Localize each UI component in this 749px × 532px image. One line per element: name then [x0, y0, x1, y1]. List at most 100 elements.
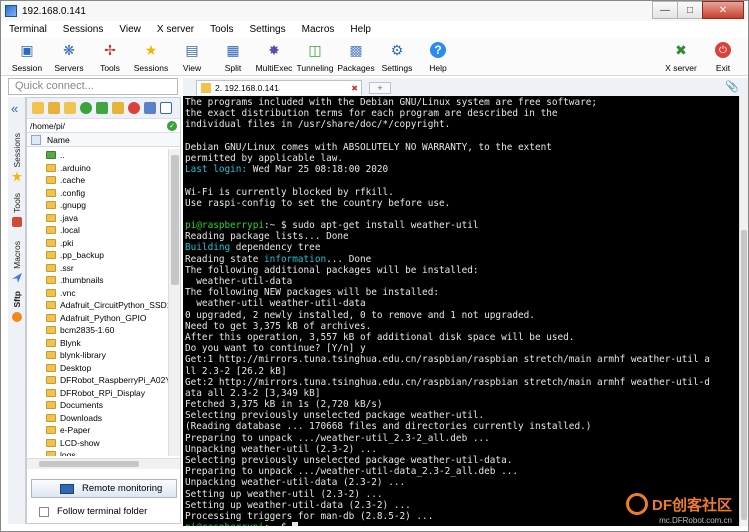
file-row[interactable]: Documents	[27, 399, 169, 412]
file-row[interactable]: .gnupg	[27, 199, 169, 212]
folder-icon	[46, 451, 56, 456]
menu-macros[interactable]: Macros	[294, 24, 343, 35]
file-row[interactable]: LCD-show	[27, 437, 169, 450]
terminal-line: Reading state information... Done	[185, 254, 737, 265]
terminal-scrollbar-thumb[interactable]	[741, 230, 747, 520]
rename-icon[interactable]	[144, 102, 156, 114]
follow-terminal-folder-toggle[interactable]: Follow terminal folder	[39, 506, 147, 517]
file-row[interactable]: .pki	[27, 237, 169, 250]
file-row[interactable]: DFRobot_RaspberryPi_A02YY...	[27, 374, 169, 387]
side-tab-sftp[interactable]: Sftp	[10, 291, 24, 322]
scrollbar-thumb[interactable]	[171, 155, 179, 285]
side-tab-sessions[interactable]: Sessions	[10, 133, 24, 182]
terminal-text: Wi-Fi is currently blocked by rfkill.	[185, 186, 394, 198]
file-row[interactable]: blynk-library	[27, 349, 169, 362]
file-row[interactable]: Downloads	[27, 412, 169, 425]
terminal-text: information	[264, 253, 327, 265]
quick-connect-input[interactable]: Quick connect...	[8, 78, 178, 95]
file-row[interactable]: e-Paper	[27, 424, 169, 437]
exit-icon: ⏻	[715, 42, 731, 58]
hscrollbar-thumb[interactable]	[39, 461, 139, 467]
file-row[interactable]: .cache	[27, 174, 169, 187]
new-tab-button[interactable]: +	[369, 82, 391, 94]
side-tab-macros[interactable]: Macros	[10, 241, 24, 283]
column-name[interactable]: Name	[47, 135, 70, 145]
file-list-hscrollbar[interactable]	[27, 458, 180, 469]
file-name: .gnupg	[60, 200, 86, 211]
star-icon	[12, 171, 22, 182]
file-row[interactable]: Adafruit_CircuitPython_SSD1...	[27, 299, 169, 312]
file-row[interactable]: Adafruit_Python_GPIO	[27, 312, 169, 325]
file-list-header[interactable]: Name	[27, 133, 180, 147]
paperclip-icon[interactable]: 📎	[725, 80, 739, 93]
parent-folder-icon[interactable]	[32, 102, 44, 114]
upload-icon[interactable]	[64, 102, 76, 114]
folder-icon	[46, 213, 56, 222]
maximize-button[interactable]: □	[677, 1, 703, 19]
file-row[interactable]: Blynk	[27, 337, 169, 350]
download-icon[interactable]	[48, 102, 60, 114]
folder-icon	[46, 201, 56, 210]
menu-sessions[interactable]: Sessions	[55, 24, 112, 35]
file-row[interactable]: .config	[27, 187, 169, 200]
new-folder-icon[interactable]	[112, 102, 124, 114]
menu-view[interactable]: View	[111, 24, 149, 35]
file-row[interactable]: .pp_backup	[27, 249, 169, 262]
terminal-output[interactable]: The programs included with the Debian GN…	[183, 96, 739, 526]
side-tab-tools[interactable]: Tools	[10, 193, 24, 227]
folder-icon	[46, 301, 56, 310]
folder-icon	[46, 388, 56, 397]
collapse-panel-icon[interactable]: «	[11, 101, 18, 116]
file-row[interactable]: ..	[27, 149, 169, 162]
follow-checkbox[interactable]	[39, 506, 49, 517]
new-file-icon[interactable]	[96, 102, 108, 114]
refresh-icon[interactable]	[80, 102, 92, 114]
terminal-text: Reading state	[185, 253, 265, 265]
terminal-line: weather-util-data	[185, 276, 737, 287]
folder-icon	[46, 326, 56, 335]
sessions-star-icon: ★	[144, 41, 158, 58]
delete-icon[interactable]	[128, 102, 140, 114]
folder-icon	[46, 163, 56, 172]
file-row[interactable]: .vnc	[27, 287, 169, 300]
select-all-icon[interactable]	[31, 134, 41, 145]
split-icon: ▦	[226, 41, 240, 58]
file-row[interactable]: .arduino	[27, 162, 169, 175]
close-button[interactable]: ✕	[702, 1, 744, 19]
menu-x-server[interactable]: X server	[149, 24, 202, 35]
toolbar-exit-button[interactable]: ⏻ Exit	[699, 40, 747, 73]
file-name: Blynk	[60, 337, 81, 348]
toolbar-session-button[interactable]: ▣ Session	[3, 40, 51, 74]
terminal-scrollbar[interactable]	[739, 96, 748, 526]
tab-session-2[interactable]: 2. 192.168.0.141 ✖	[196, 80, 362, 95]
file-row[interactable]: .ssr	[27, 262, 169, 275]
terminal-line: Reading package lists... Done	[185, 231, 737, 242]
file-row[interactable]: bcm2835-1.60	[27, 324, 169, 337]
minimize-button[interactable]: —	[652, 1, 678, 19]
sftp-toolbar	[27, 98, 180, 118]
view-toggle-icon[interactable]	[160, 102, 172, 114]
menu-help[interactable]: Help	[342, 24, 379, 35]
dfrobot-logo-icon	[626, 493, 648, 515]
close-tab-icon[interactable]: ✖	[351, 84, 358, 93]
file-row[interactable]: logs	[27, 449, 169, 456]
menu-tools[interactable]: Tools	[202, 24, 241, 35]
terminal-line: the exact distribution terms for each pr…	[185, 108, 737, 119]
file-list-scrollbar[interactable]	[168, 149, 180, 456]
tools-icon: ✢	[104, 41, 116, 58]
file-name: Adafruit_Python_GPIO	[60, 312, 147, 323]
file-row[interactable]: .thumbnails	[27, 274, 169, 287]
file-row[interactable]: .java	[27, 212, 169, 225]
file-row[interactable]: .local	[27, 224, 169, 237]
file-row[interactable]: DFRobot_RPi_Display	[27, 387, 169, 400]
toolbar-x-server-button[interactable]: ✖ X server	[657, 40, 705, 74]
menu-settings[interactable]: Settings	[241, 24, 293, 35]
path-ok-icon[interactable]: ✓	[167, 120, 177, 131]
folder-icon	[46, 288, 56, 297]
terminal-line: ata all 2.3-2 [3,349 kB]	[185, 388, 737, 399]
sftp-path-bar[interactable]: /home/pi/ ✓	[27, 118, 180, 133]
menu-terminal[interactable]: Terminal	[1, 24, 55, 35]
remote-monitoring-button[interactable]: Remote monitoring	[31, 479, 177, 498]
file-row[interactable]: Desktop	[27, 362, 169, 375]
toolbar-help-button[interactable]: ? Help	[414, 40, 462, 73]
